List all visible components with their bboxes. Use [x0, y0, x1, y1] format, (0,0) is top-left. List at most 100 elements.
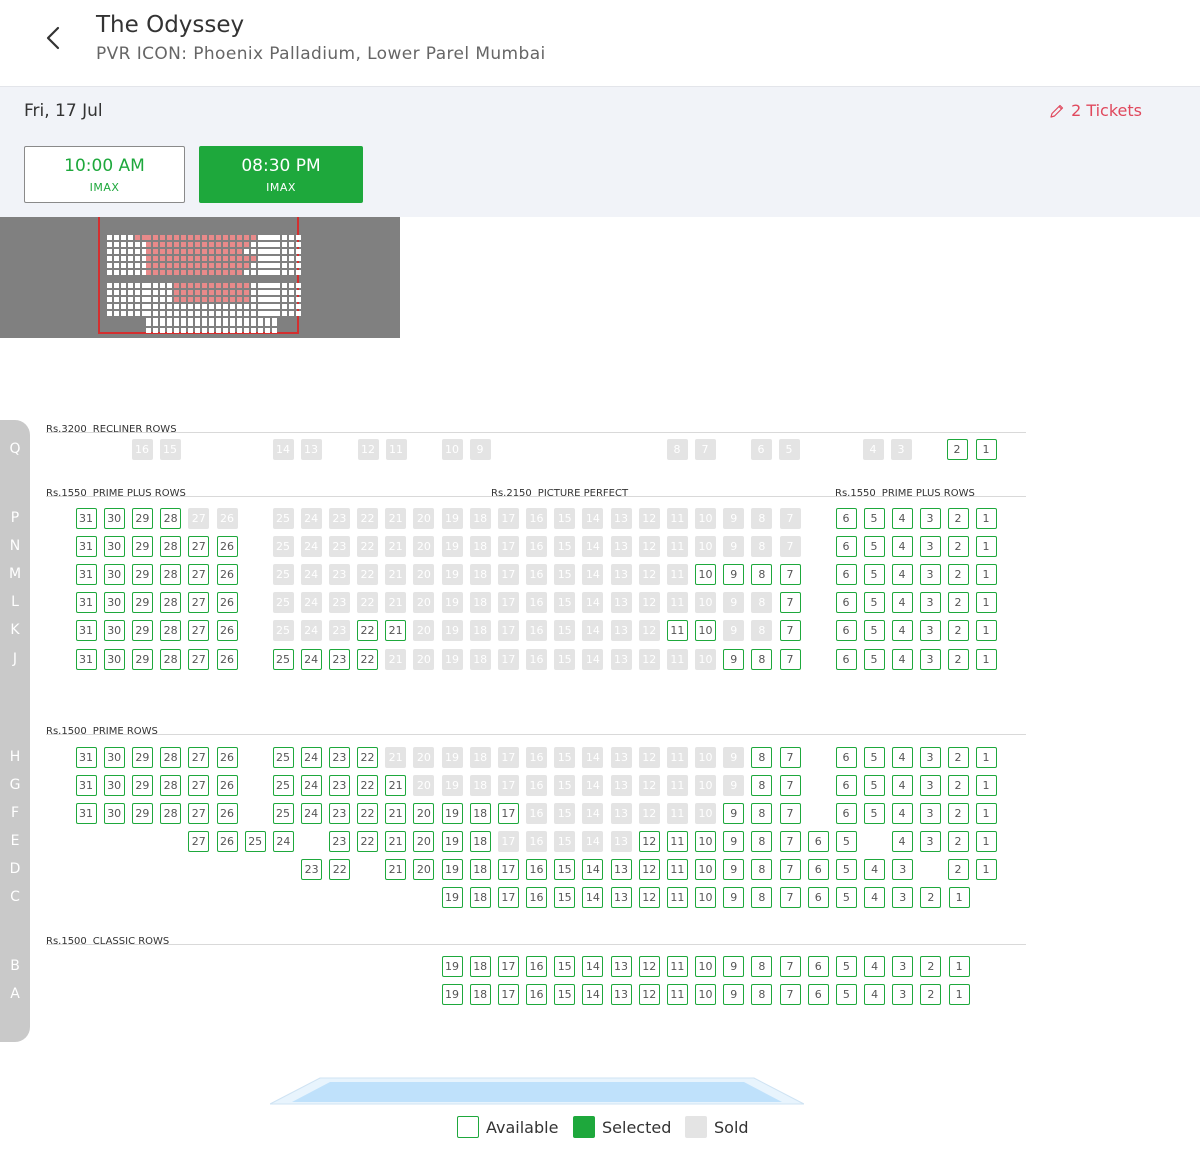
- seat-C8[interactable]: 8: [751, 886, 773, 908]
- seat-D19[interactable]: 19: [441, 858, 463, 880]
- seat-E27[interactable]: 27: [188, 830, 210, 852]
- seat-F17[interactable]: 17: [497, 802, 519, 824]
- seat-L26[interactable]: 26: [216, 591, 238, 613]
- seat-H28[interactable]: 28: [160, 746, 182, 768]
- seat-G1[interactable]: 1: [975, 774, 997, 796]
- seat-E21[interactable]: 21: [385, 830, 407, 852]
- seat-J23[interactable]: 23: [328, 648, 350, 670]
- seat-G8[interactable]: 8: [751, 774, 773, 796]
- seat-J2[interactable]: 2: [947, 648, 969, 670]
- seat-M9[interactable]: 9: [723, 563, 745, 585]
- seat-E10[interactable]: 10: [695, 830, 717, 852]
- seat-A7[interactable]: 7: [779, 983, 801, 1005]
- seat-B17[interactable]: 17: [497, 955, 519, 977]
- seat-G27[interactable]: 27: [188, 774, 210, 796]
- seat-L6[interactable]: 6: [835, 591, 857, 613]
- seat-D2[interactable]: 2: [947, 858, 969, 880]
- seat-F1[interactable]: 1: [975, 802, 997, 824]
- seat-J30[interactable]: 30: [103, 648, 125, 670]
- seat-N4[interactable]: 4: [891, 535, 913, 557]
- seat-K6[interactable]: 6: [835, 619, 857, 641]
- seat-J27[interactable]: 27: [188, 648, 210, 670]
- seat-G23[interactable]: 23: [328, 774, 350, 796]
- seat-F7[interactable]: 7: [779, 802, 801, 824]
- seat-E12[interactable]: 12: [638, 830, 660, 852]
- seat-F26[interactable]: 26: [216, 802, 238, 824]
- seat-J25[interactable]: 25: [272, 648, 294, 670]
- seat-M3[interactable]: 3: [919, 563, 941, 585]
- seat-A11[interactable]: 11: [666, 983, 688, 1005]
- seat-G29[interactable]: 29: [131, 774, 153, 796]
- seat-E5[interactable]: 5: [835, 830, 857, 852]
- seat-K1[interactable]: 1: [975, 619, 997, 641]
- seat-F28[interactable]: 28: [160, 802, 182, 824]
- seat-A8[interactable]: 8: [751, 983, 773, 1005]
- seat-D12[interactable]: 12: [638, 858, 660, 880]
- seat-C11[interactable]: 11: [666, 886, 688, 908]
- seat-D9[interactable]: 9: [723, 858, 745, 880]
- seat-D23[interactable]: 23: [301, 858, 323, 880]
- seat-K27[interactable]: 27: [188, 619, 210, 641]
- seat-F31[interactable]: 31: [75, 802, 97, 824]
- seat-E20[interactable]: 20: [413, 830, 435, 852]
- seat-E19[interactable]: 19: [441, 830, 463, 852]
- seat-M7[interactable]: 7: [779, 563, 801, 585]
- seat-J3[interactable]: 3: [919, 648, 941, 670]
- seat-N26[interactable]: 26: [216, 535, 238, 557]
- seat-L4[interactable]: 4: [891, 591, 913, 613]
- seat-J9[interactable]: 9: [723, 648, 745, 670]
- seat-F21[interactable]: 21: [385, 802, 407, 824]
- seat-B2[interactable]: 2: [920, 955, 942, 977]
- seat-A12[interactable]: 12: [638, 983, 660, 1005]
- seat-P30[interactable]: 30: [103, 507, 125, 529]
- seat-D1[interactable]: 1: [975, 858, 997, 880]
- seat-E22[interactable]: 22: [357, 830, 378, 852]
- seat-F20[interactable]: 20: [413, 802, 435, 824]
- seat-C17[interactable]: 17: [497, 886, 519, 908]
- back-button[interactable]: [36, 18, 76, 58]
- seat-K28[interactable]: 28: [160, 619, 182, 641]
- seat-H29[interactable]: 29: [131, 746, 153, 768]
- seat-E4[interactable]: 4: [891, 830, 913, 852]
- seat-G3[interactable]: 3: [919, 774, 941, 796]
- seat-B18[interactable]: 18: [469, 955, 491, 977]
- seat-E25[interactable]: 25: [244, 830, 266, 852]
- seat-M26[interactable]: 26: [216, 563, 238, 585]
- seat-Q2[interactable]: 2: [946, 438, 968, 460]
- seat-F2[interactable]: 2: [947, 802, 969, 824]
- seat-D15[interactable]: 15: [554, 858, 576, 880]
- seat-D21[interactable]: 21: [385, 858, 407, 880]
- seat-J6[interactable]: 6: [835, 648, 857, 670]
- seat-N5[interactable]: 5: [863, 535, 885, 557]
- seat-J24[interactable]: 24: [300, 648, 322, 670]
- seat-E3[interactable]: 3: [919, 830, 941, 852]
- seat-P6[interactable]: 6: [835, 507, 857, 529]
- seat-E7[interactable]: 7: [779, 830, 801, 852]
- seat-P2[interactable]: 2: [947, 507, 969, 529]
- seat-H27[interactable]: 27: [188, 746, 210, 768]
- seat-L5[interactable]: 5: [863, 591, 885, 613]
- seat-C9[interactable]: 9: [723, 886, 745, 908]
- seat-B7[interactable]: 7: [779, 955, 801, 977]
- ticket-count-button[interactable]: 2 Tickets: [1049, 101, 1142, 120]
- seat-K11[interactable]: 11: [666, 619, 688, 641]
- seat-G26[interactable]: 26: [216, 774, 238, 796]
- seat-A17[interactable]: 17: [497, 983, 519, 1005]
- seat-C13[interactable]: 13: [610, 886, 632, 908]
- seat-C14[interactable]: 14: [582, 886, 604, 908]
- seat-K22[interactable]: 22: [357, 619, 378, 641]
- seat-G31[interactable]: 31: [75, 774, 97, 796]
- seat-F23[interactable]: 23: [328, 802, 350, 824]
- seat-M10[interactable]: 10: [695, 563, 717, 585]
- seat-D4[interactable]: 4: [864, 858, 886, 880]
- seat-D14[interactable]: 14: [582, 858, 604, 880]
- seat-F25[interactable]: 25: [272, 802, 294, 824]
- seat-G22[interactable]: 22: [357, 774, 378, 796]
- seat-A3[interactable]: 3: [892, 983, 914, 1005]
- seat-F9[interactable]: 9: [723, 802, 745, 824]
- seat-H6[interactable]: 6: [835, 746, 857, 768]
- seat-C4[interactable]: 4: [864, 886, 886, 908]
- seat-B5[interactable]: 5: [835, 955, 857, 977]
- seat-F18[interactable]: 18: [469, 802, 491, 824]
- seat-H5[interactable]: 5: [863, 746, 885, 768]
